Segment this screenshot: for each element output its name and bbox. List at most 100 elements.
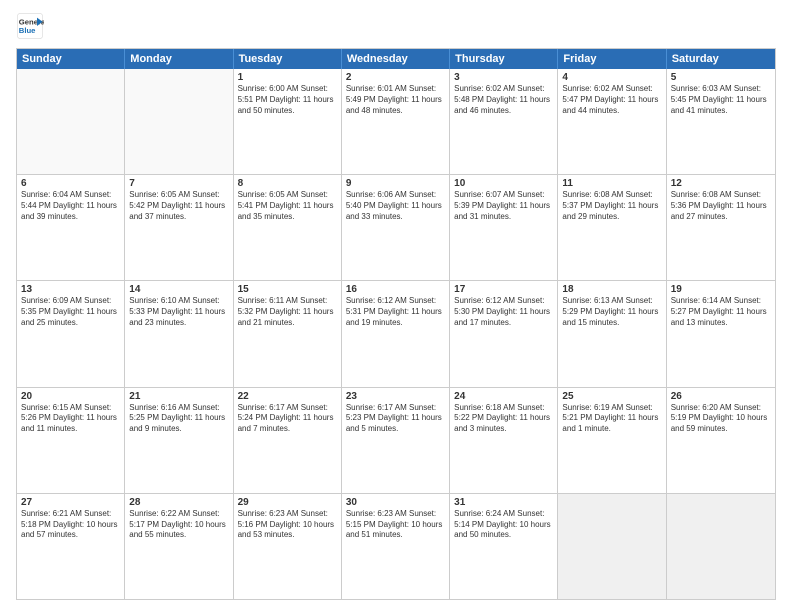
cell-info: Sunrise: 6:24 AM Sunset: 5:14 PM Dayligh…	[454, 509, 553, 541]
week-row-0: 1Sunrise: 6:00 AM Sunset: 5:51 PM Daylig…	[17, 69, 775, 174]
cal-cell: 20Sunrise: 6:15 AM Sunset: 5:26 PM Dayli…	[17, 388, 125, 493]
header-cell-friday: Friday	[558, 49, 666, 69]
day-number: 16	[346, 284, 445, 295]
calendar: SundayMondayTuesdayWednesdayThursdayFrid…	[16, 48, 776, 600]
cal-cell: 10Sunrise: 6:07 AM Sunset: 5:39 PM Dayli…	[450, 175, 558, 280]
cal-cell: 8Sunrise: 6:05 AM Sunset: 5:41 PM Daylig…	[234, 175, 342, 280]
cell-info: Sunrise: 6:17 AM Sunset: 5:23 PM Dayligh…	[346, 403, 445, 435]
day-number: 1	[238, 72, 337, 83]
cal-cell: 16Sunrise: 6:12 AM Sunset: 5:31 PM Dayli…	[342, 281, 450, 386]
cal-cell: 26Sunrise: 6:20 AM Sunset: 5:19 PM Dayli…	[667, 388, 775, 493]
calendar-header: SundayMondayTuesdayWednesdayThursdayFrid…	[17, 49, 775, 69]
day-number: 29	[238, 497, 337, 508]
day-number: 27	[21, 497, 120, 508]
cell-info: Sunrise: 6:01 AM Sunset: 5:49 PM Dayligh…	[346, 84, 445, 116]
cell-info: Sunrise: 6:02 AM Sunset: 5:47 PM Dayligh…	[562, 84, 661, 116]
cell-info: Sunrise: 6:06 AM Sunset: 5:40 PM Dayligh…	[346, 190, 445, 222]
cal-cell: 23Sunrise: 6:17 AM Sunset: 5:23 PM Dayli…	[342, 388, 450, 493]
cell-info: Sunrise: 6:05 AM Sunset: 5:42 PM Dayligh…	[129, 190, 228, 222]
day-number: 22	[238, 391, 337, 402]
cal-cell	[125, 69, 233, 174]
cell-info: Sunrise: 6:00 AM Sunset: 5:51 PM Dayligh…	[238, 84, 337, 116]
logo-icon: General Blue	[16, 12, 44, 40]
cal-cell	[17, 69, 125, 174]
day-number: 5	[671, 72, 771, 83]
cal-cell: 12Sunrise: 6:08 AM Sunset: 5:36 PM Dayli…	[667, 175, 775, 280]
cell-info: Sunrise: 6:13 AM Sunset: 5:29 PM Dayligh…	[562, 296, 661, 328]
cell-info: Sunrise: 6:07 AM Sunset: 5:39 PM Dayligh…	[454, 190, 553, 222]
header-cell-wednesday: Wednesday	[342, 49, 450, 69]
day-number: 23	[346, 391, 445, 402]
cell-info: Sunrise: 6:11 AM Sunset: 5:32 PM Dayligh…	[238, 296, 337, 328]
cal-cell: 13Sunrise: 6:09 AM Sunset: 5:35 PM Dayli…	[17, 281, 125, 386]
cal-cell: 14Sunrise: 6:10 AM Sunset: 5:33 PM Dayli…	[125, 281, 233, 386]
day-number: 8	[238, 178, 337, 189]
week-row-1: 6Sunrise: 6:04 AM Sunset: 5:44 PM Daylig…	[17, 174, 775, 280]
header-cell-sunday: Sunday	[17, 49, 125, 69]
cal-cell: 18Sunrise: 6:13 AM Sunset: 5:29 PM Dayli…	[558, 281, 666, 386]
cal-cell: 29Sunrise: 6:23 AM Sunset: 5:16 PM Dayli…	[234, 494, 342, 599]
cell-info: Sunrise: 6:23 AM Sunset: 5:16 PM Dayligh…	[238, 509, 337, 541]
cell-info: Sunrise: 6:22 AM Sunset: 5:17 PM Dayligh…	[129, 509, 228, 541]
cell-info: Sunrise: 6:08 AM Sunset: 5:36 PM Dayligh…	[671, 190, 771, 222]
day-number: 20	[21, 391, 120, 402]
cell-info: Sunrise: 6:18 AM Sunset: 5:22 PM Dayligh…	[454, 403, 553, 435]
cell-info: Sunrise: 6:10 AM Sunset: 5:33 PM Dayligh…	[129, 296, 228, 328]
day-number: 17	[454, 284, 553, 295]
day-number: 15	[238, 284, 337, 295]
cell-info: Sunrise: 6:14 AM Sunset: 5:27 PM Dayligh…	[671, 296, 771, 328]
cal-cell: 11Sunrise: 6:08 AM Sunset: 5:37 PM Dayli…	[558, 175, 666, 280]
cell-info: Sunrise: 6:02 AM Sunset: 5:48 PM Dayligh…	[454, 84, 553, 116]
cal-cell	[667, 494, 775, 599]
cell-info: Sunrise: 6:16 AM Sunset: 5:25 PM Dayligh…	[129, 403, 228, 435]
cell-info: Sunrise: 6:08 AM Sunset: 5:37 PM Dayligh…	[562, 190, 661, 222]
cal-cell	[558, 494, 666, 599]
day-number: 28	[129, 497, 228, 508]
cell-info: Sunrise: 6:17 AM Sunset: 5:24 PM Dayligh…	[238, 403, 337, 435]
day-number: 21	[129, 391, 228, 402]
header-cell-monday: Monday	[125, 49, 233, 69]
day-number: 10	[454, 178, 553, 189]
day-number: 13	[21, 284, 120, 295]
svg-text:Blue: Blue	[19, 26, 36, 35]
cal-cell: 21Sunrise: 6:16 AM Sunset: 5:25 PM Dayli…	[125, 388, 233, 493]
week-row-4: 27Sunrise: 6:21 AM Sunset: 5:18 PM Dayli…	[17, 493, 775, 599]
cell-info: Sunrise: 6:05 AM Sunset: 5:41 PM Dayligh…	[238, 190, 337, 222]
day-number: 2	[346, 72, 445, 83]
cal-cell: 17Sunrise: 6:12 AM Sunset: 5:30 PM Dayli…	[450, 281, 558, 386]
cell-info: Sunrise: 6:21 AM Sunset: 5:18 PM Dayligh…	[21, 509, 120, 541]
day-number: 19	[671, 284, 771, 295]
cal-cell: 24Sunrise: 6:18 AM Sunset: 5:22 PM Dayli…	[450, 388, 558, 493]
day-number: 3	[454, 72, 553, 83]
day-number: 6	[21, 178, 120, 189]
page: General Blue SundayMondayTuesdayWednesda…	[0, 0, 792, 612]
cal-cell: 4Sunrise: 6:02 AM Sunset: 5:47 PM Daylig…	[558, 69, 666, 174]
cal-cell: 3Sunrise: 6:02 AM Sunset: 5:48 PM Daylig…	[450, 69, 558, 174]
week-row-2: 13Sunrise: 6:09 AM Sunset: 5:35 PM Dayli…	[17, 280, 775, 386]
day-number: 30	[346, 497, 445, 508]
cell-info: Sunrise: 6:23 AM Sunset: 5:15 PM Dayligh…	[346, 509, 445, 541]
cell-info: Sunrise: 6:20 AM Sunset: 5:19 PM Dayligh…	[671, 403, 771, 435]
cell-info: Sunrise: 6:09 AM Sunset: 5:35 PM Dayligh…	[21, 296, 120, 328]
cal-cell: 30Sunrise: 6:23 AM Sunset: 5:15 PM Dayli…	[342, 494, 450, 599]
day-number: 25	[562, 391, 661, 402]
day-number: 24	[454, 391, 553, 402]
cal-cell: 22Sunrise: 6:17 AM Sunset: 5:24 PM Dayli…	[234, 388, 342, 493]
cal-cell: 25Sunrise: 6:19 AM Sunset: 5:21 PM Dayli…	[558, 388, 666, 493]
cal-cell: 9Sunrise: 6:06 AM Sunset: 5:40 PM Daylig…	[342, 175, 450, 280]
header-cell-tuesday: Tuesday	[234, 49, 342, 69]
week-row-3: 20Sunrise: 6:15 AM Sunset: 5:26 PM Dayli…	[17, 387, 775, 493]
cell-info: Sunrise: 6:04 AM Sunset: 5:44 PM Dayligh…	[21, 190, 120, 222]
cal-cell: 31Sunrise: 6:24 AM Sunset: 5:14 PM Dayli…	[450, 494, 558, 599]
day-number: 18	[562, 284, 661, 295]
day-number: 31	[454, 497, 553, 508]
header: General Blue	[16, 12, 776, 40]
day-number: 12	[671, 178, 771, 189]
cell-info: Sunrise: 6:19 AM Sunset: 5:21 PM Dayligh…	[562, 403, 661, 435]
cal-cell: 1Sunrise: 6:00 AM Sunset: 5:51 PM Daylig…	[234, 69, 342, 174]
cal-cell: 15Sunrise: 6:11 AM Sunset: 5:32 PM Dayli…	[234, 281, 342, 386]
header-cell-thursday: Thursday	[450, 49, 558, 69]
day-number: 7	[129, 178, 228, 189]
cal-cell: 19Sunrise: 6:14 AM Sunset: 5:27 PM Dayli…	[667, 281, 775, 386]
cal-cell: 2Sunrise: 6:01 AM Sunset: 5:49 PM Daylig…	[342, 69, 450, 174]
